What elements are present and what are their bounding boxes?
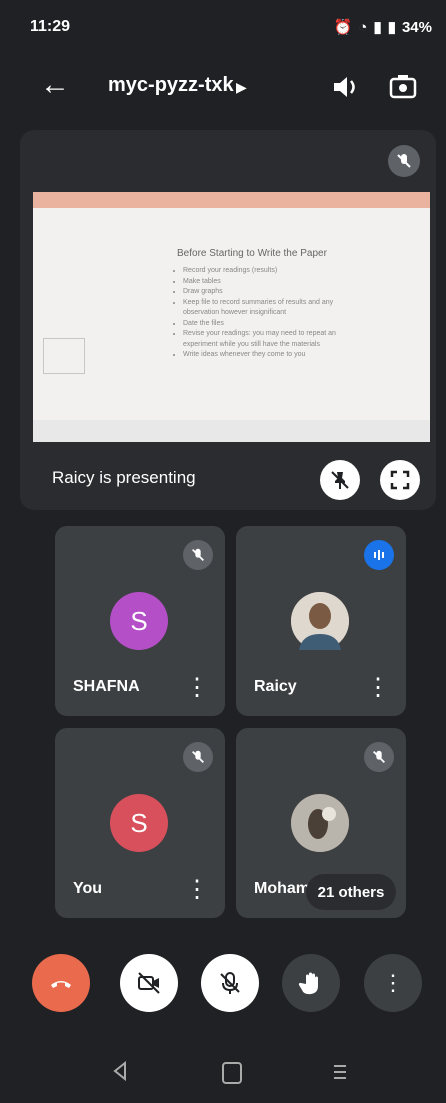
slide-bullet-list: Record your readings (results) Make tabl… — [169, 266, 369, 361]
speaking-indicator-icon — [364, 540, 394, 570]
battery-level: 34% — [401, 18, 432, 36]
slide-bullet: Keep file to record summaries of results… — [183, 298, 369, 319]
raise-hand-button[interactable] — [282, 954, 340, 1012]
avatar: S — [110, 592, 168, 650]
speaker-icon[interactable] — [328, 70, 362, 104]
slide-thumbnail — [43, 338, 85, 374]
fullscreen-button[interactable] — [380, 460, 420, 500]
camera-toggle-button[interactable] — [120, 954, 178, 1012]
slide-bullet: Make tables — [183, 277, 369, 288]
muted-mic-icon — [388, 145, 420, 177]
status-icons: ⏰ ◔ ▮ ▮ 34% — [333, 18, 432, 37]
avatar-photo — [291, 794, 349, 852]
microphone-toggle-button[interactable] — [201, 954, 259, 1012]
others-count-badge[interactable]: 21 others — [306, 874, 396, 910]
presenting-label: Raicy is presenting — [52, 468, 196, 487]
participant-tile[interactable]: S You ⋮ — [55, 728, 225, 918]
status-bar: 11:29 ⏰ ◔ ▮ ▮ 34% — [0, 0, 446, 56]
hand-icon — [298, 972, 318, 995]
participant-name: SHAFNA — [73, 678, 140, 695]
avatar-photo — [291, 592, 349, 650]
shared-screen: Before Starting to Write the Paper Recor… — [33, 192, 430, 442]
slide-bullet: Record your readings (results) — [183, 266, 369, 277]
status-time: 11:29 — [30, 18, 71, 35]
participant-tile[interactable]: S SHAFNA ⋮ — [55, 526, 225, 716]
presenter-taskbar — [33, 420, 430, 442]
wifi-icon: ◔ — [358, 18, 368, 36]
participant-name: You — [73, 880, 103, 897]
unpin-button[interactable] — [320, 460, 360, 500]
switch-camera-icon[interactable] — [386, 70, 420, 104]
slide-bullet: Write ideas whenever they come to you — [183, 350, 369, 361]
fullscreen-icon — [390, 470, 410, 490]
unpin-icon — [331, 471, 349, 489]
more-options-icon[interactable]: ⋮ — [185, 875, 209, 904]
battery-icon: ▮ — [387, 19, 396, 36]
back-icon[interactable]: ← — [38, 68, 72, 102]
nav-home-icon[interactable] — [222, 1062, 242, 1084]
nav-back-icon[interactable] — [110, 1060, 130, 1082]
alarm-icon: ⏰ — [333, 19, 353, 36]
mic-off-icon — [220, 972, 240, 994]
participant-name: Raicy — [254, 678, 297, 695]
more-options-icon[interactable]: ⋮ — [366, 673, 390, 702]
caret-right-icon[interactable]: ▶ — [236, 79, 247, 96]
signal-icon: ▮ — [373, 19, 382, 36]
slide-bullet: Revise your readings: you may need to re… — [183, 329, 369, 350]
muted-mic-icon — [364, 742, 394, 772]
slide-bullet: Draw graphs — [183, 287, 369, 298]
slide-bullet: Date the files — [183, 319, 369, 330]
more-options-button[interactable]: ⋮ — [364, 954, 422, 1012]
end-call-button[interactable] — [32, 954, 90, 1012]
meeting-code[interactable]: myc-pyzz-txk — [108, 74, 234, 97]
slide-header-bar — [33, 192, 430, 208]
camera-off-icon — [138, 972, 160, 994]
nav-recents-icon[interactable] — [333, 1062, 347, 1082]
slide-title: Before Starting to Write the Paper — [177, 248, 327, 259]
muted-mic-icon — [183, 742, 213, 772]
more-options-icon[interactable]: ⋮ — [185, 673, 209, 702]
participant-name: Moham — [254, 880, 310, 897]
muted-mic-icon — [183, 540, 213, 570]
hang-up-icon — [51, 981, 71, 988]
participant-tile[interactable]: Raicy ⋮ — [236, 526, 406, 716]
avatar: S — [110, 794, 168, 852]
